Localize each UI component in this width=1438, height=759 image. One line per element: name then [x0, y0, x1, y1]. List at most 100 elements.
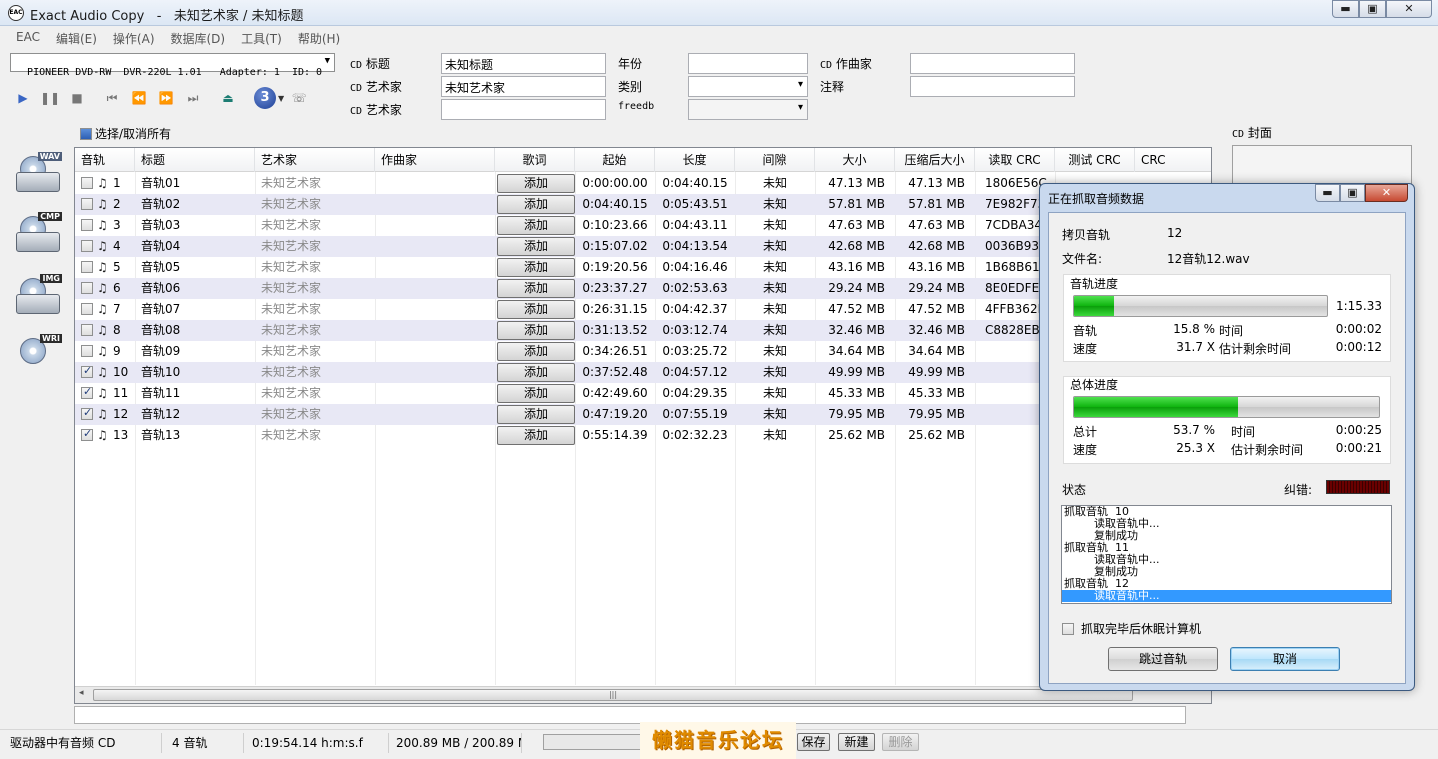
track-checkbox[interactable]: [81, 198, 93, 210]
new-button[interactable]: 新建: [838, 733, 875, 751]
track-artist[interactable]: 未知艺术家: [261, 383, 373, 404]
menu-tools[interactable]: 工具(T): [233, 27, 290, 49]
track-title[interactable]: 音轨12: [141, 404, 253, 425]
track-title[interactable]: 音轨05: [141, 257, 253, 278]
track-title[interactable]: 音轨03: [141, 215, 253, 236]
track-artist[interactable]: 未知艺术家: [261, 173, 373, 194]
track-title[interactable]: 音轨11: [141, 383, 253, 404]
log-line[interactable]: 读取音轨中...: [1062, 590, 1391, 602]
track-title[interactable]: 音轨13: [141, 425, 253, 446]
add-lyrics-button[interactable]: 添加: [497, 174, 575, 193]
track-checkbox[interactable]: [81, 282, 93, 294]
col-test-crc[interactable]: 测试 CRC: [1055, 148, 1135, 172]
track-checkbox[interactable]: [81, 177, 93, 189]
genre-select[interactable]: [688, 76, 808, 97]
track-checkbox[interactable]: [81, 303, 93, 315]
pause-icon[interactable]: ❚❚: [39, 87, 61, 109]
menu-edit[interactable]: 编辑(E): [48, 27, 105, 49]
col-lyrics[interactable]: 歌词: [495, 148, 575, 172]
track-title[interactable]: 音轨10: [141, 362, 253, 383]
save-button[interactable]: 保存: [797, 733, 830, 751]
close-button[interactable]: ✕: [1386, 0, 1432, 18]
select-all-checkbox[interactable]: 选择/取消所有: [80, 125, 171, 142]
stop-icon[interactable]: ■: [66, 87, 88, 109]
track-checkbox[interactable]: [81, 364, 93, 378]
col-gap[interactable]: 间隙: [735, 148, 815, 172]
menu-help[interactable]: 帮助(H): [290, 27, 348, 49]
previous-track-icon[interactable]: ⏮: [101, 87, 123, 109]
col-compressed-size[interactable]: 压缩后大小: [895, 148, 975, 172]
track-artist[interactable]: 未知艺术家: [261, 278, 373, 299]
scrollbar-thumb[interactable]: |||: [93, 689, 1133, 701]
menu-eac[interactable]: EAC: [8, 27, 48, 49]
track-artist[interactable]: 未知艺术家: [261, 320, 373, 341]
next-track-icon[interactable]: ⏭: [182, 87, 204, 109]
track-title[interactable]: 音轨02: [141, 194, 253, 215]
track-artist[interactable]: 未知艺术家: [261, 425, 373, 446]
fast-forward-icon[interactable]: ⏩: [155, 87, 177, 109]
track-checkbox[interactable]: [81, 345, 93, 357]
extract-compressed-button[interactable]: CMP: [12, 210, 64, 260]
cd-title-input[interactable]: 未知标题: [441, 53, 606, 74]
add-lyrics-button[interactable]: 添加: [497, 300, 575, 319]
play-icon[interactable]: ▶: [12, 87, 34, 109]
write-cd-button[interactable]: WRI: [12, 332, 64, 382]
add-lyrics-button[interactable]: 添加: [497, 216, 575, 235]
track-checkbox[interactable]: [81, 406, 93, 420]
col-length[interactable]: 长度: [655, 148, 735, 172]
add-lyrics-button[interactable]: 添加: [497, 321, 575, 340]
add-lyrics-button[interactable]: 添加: [497, 258, 575, 277]
dialog-maximize-button[interactable]: ▣: [1340, 184, 1365, 202]
track-artist[interactable]: 未知艺术家: [261, 404, 373, 425]
cd-artist-input[interactable]: 未知艺术家: [441, 76, 606, 97]
col-artist[interactable]: 艺术家: [255, 148, 375, 172]
track-artist[interactable]: 未知艺术家: [261, 194, 373, 215]
track-checkbox[interactable]: [81, 219, 93, 231]
cd-composer-input[interactable]: [910, 53, 1075, 74]
add-lyrics-button[interactable]: 添加: [497, 237, 575, 256]
menu-action[interactable]: 操作(A): [105, 27, 163, 49]
track-artist[interactable]: 未知艺术家: [261, 215, 373, 236]
track-title[interactable]: 音轨06: [141, 278, 253, 299]
col-size[interactable]: 大小: [815, 148, 895, 172]
track-title[interactable]: 音轨01: [141, 173, 253, 194]
add-lyrics-button[interactable]: 添加: [497, 195, 575, 214]
cancel-button[interactable]: 取消: [1230, 647, 1340, 671]
rewind-icon[interactable]: ⏪: [128, 87, 150, 109]
track-title[interactable]: 音轨09: [141, 341, 253, 362]
hibernate-box[interactable]: [1062, 622, 1074, 635]
add-lyrics-button[interactable]: 添加: [497, 384, 575, 403]
track-artist[interactable]: 未知艺术家: [261, 299, 373, 320]
add-lyrics-button[interactable]: 添加: [497, 405, 575, 424]
dropdown-arrow-icon[interactable]: ▼: [278, 94, 284, 103]
col-title[interactable]: 标题: [135, 148, 255, 172]
extract-wav-button[interactable]: WAV: [12, 150, 64, 200]
drive-select[interactable]: PIONEER DVD-RW DVR-220L 1.01 Adapter: 1 …: [10, 53, 335, 78]
track-checkbox[interactable]: [81, 427, 93, 441]
track-title[interactable]: 音轨04: [141, 236, 253, 257]
select-all-box[interactable]: [80, 127, 92, 140]
col-track[interactable]: 音轨: [75, 148, 135, 172]
track-checkbox[interactable]: [81, 324, 93, 336]
skip-track-button[interactable]: 跳过音轨: [1108, 647, 1218, 671]
track-artist[interactable]: 未知艺术家: [261, 362, 373, 383]
drive-tray-icon[interactable]: ☏: [288, 87, 310, 109]
track-title[interactable]: 音轨08: [141, 320, 253, 341]
add-lyrics-button[interactable]: 添加: [497, 342, 575, 361]
comment-input[interactable]: [910, 76, 1075, 97]
eject-icon[interactable]: ⏏: [217, 87, 239, 109]
dialog-close-button[interactable]: ✕: [1365, 184, 1408, 202]
track-artist[interactable]: 未知艺术家: [261, 236, 373, 257]
minimize-button[interactable]: ▬: [1332, 0, 1359, 18]
col-composer[interactable]: 作曲家: [375, 148, 495, 172]
status-log[interactable]: 抓取音轨 10 读取音轨中... 复制成功 抓取音轨 11 读取音轨中... 复制成功 抓取…: [1061, 505, 1392, 604]
track-artist[interactable]: 未知艺术家: [261, 257, 373, 278]
track-badge-icon[interactable]: 3: [254, 87, 276, 109]
track-artist[interactable]: 未知艺术家: [261, 341, 373, 362]
add-lyrics-button[interactable]: 添加: [497, 363, 575, 382]
add-lyrics-button[interactable]: 添加: [497, 279, 575, 298]
freedb-select[interactable]: [688, 99, 808, 120]
track-title[interactable]: 音轨07: [141, 299, 253, 320]
col-crc[interactable]: CRC: [1135, 148, 1211, 172]
hibernate-checkbox[interactable]: 抓取完毕后休眠计算机: [1062, 620, 1201, 637]
